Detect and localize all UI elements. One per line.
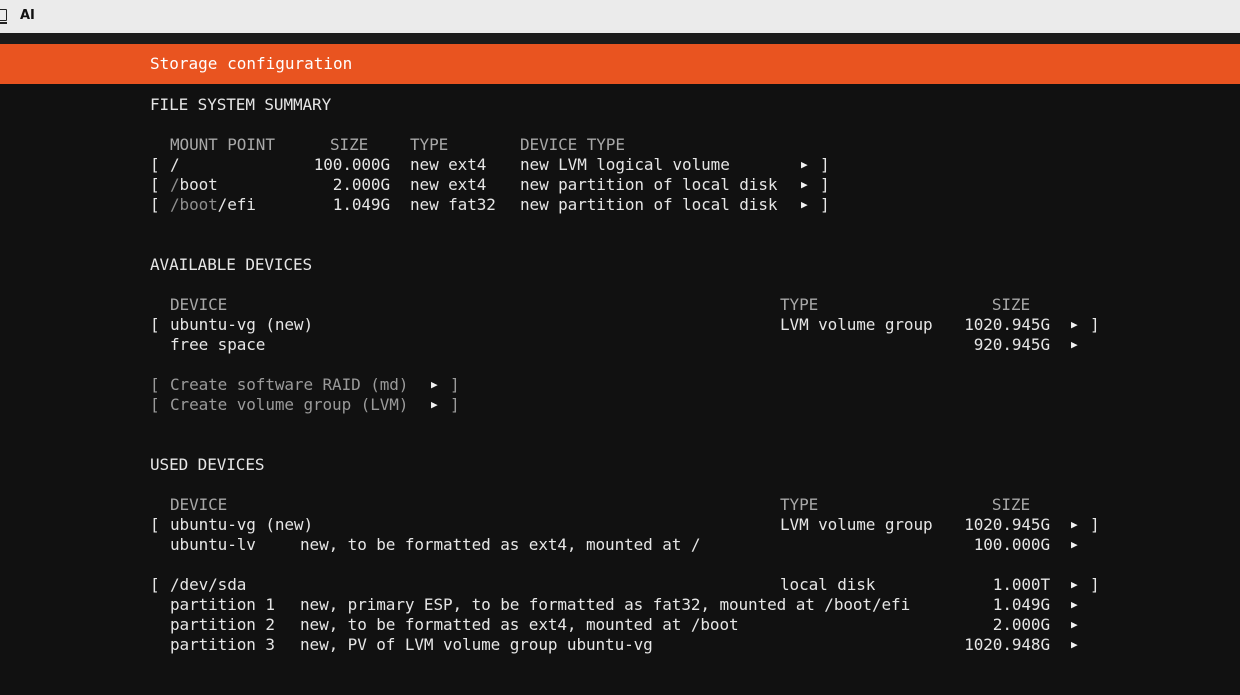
partition-name: partition 1 [170, 595, 275, 614]
expand-arrow-icon[interactable]: ▶ [1071, 335, 1078, 355]
arrow-icon: ▶ [431, 378, 438, 391]
expand-arrow-icon[interactable]: ▶ [801, 175, 808, 195]
device-type: LVM volume group [780, 315, 933, 334]
expand-arrow-icon[interactable]: ▶ [801, 155, 808, 175]
page-title: Storage configuration [150, 54, 353, 73]
device-size: 920.945G [973, 335, 1050, 354]
used-col-size: SIZE [991, 495, 1030, 514]
fs-device-type: new partition of local disk [520, 195, 778, 214]
section-heading-used-devices: USED DEVICES [150, 455, 265, 474]
fs-col-mount-point: MOUNT POINT [170, 135, 275, 154]
row-close-bracket: ] [450, 395, 460, 414]
partition-size: 1.049G [992, 595, 1050, 614]
row-close-bracket: ] [1090, 515, 1100, 534]
row-open-bracket: [ [150, 175, 160, 194]
fs-col-device-type: DEVICE TYPE [520, 135, 625, 154]
fs-size: 100.000G [313, 155, 390, 174]
device-name: ubuntu-vg (new) [170, 515, 313, 534]
fs-col-size: SIZE [330, 135, 369, 154]
partition-name: partition 2 [170, 615, 275, 634]
window-title: AI [20, 8, 35, 23]
section-heading-available-devices: AVAILABLE DEVICES [150, 255, 313, 274]
row-close-bracket: ] [820, 195, 830, 214]
expand-arrow-icon[interactable]: ▶ [1071, 575, 1078, 595]
section-heading-file-system-summary: FILE SYSTEM SUMMARY [150, 95, 332, 114]
expand-arrow-icon[interactable]: ▶ [1071, 635, 1078, 655]
row-close-bracket: ] [820, 175, 830, 194]
row-close-bracket: ] [1090, 575, 1100, 594]
row-open-bracket: [ [150, 515, 160, 534]
expand-arrow-icon[interactable]: ▶ [1071, 595, 1078, 615]
device-type: LVM volume group [780, 515, 933, 534]
device-size: 1020.945G [964, 515, 1050, 534]
row-open-bracket: [ [150, 315, 160, 334]
available-col-type: TYPE [780, 295, 819, 314]
arrow-icon: ▶ [431, 398, 438, 411]
device-name: /dev/sda [170, 575, 247, 594]
fs-type: new fat32 [410, 195, 496, 214]
device-size: 100.000G [973, 535, 1050, 554]
available-col-size: SIZE [991, 295, 1030, 314]
installer-header: Storage configuration [0, 44, 1240, 84]
expand-arrow-icon[interactable]: ▶ [1071, 515, 1078, 535]
device-size: 1.000T [992, 575, 1050, 594]
used-col-type: TYPE [780, 495, 819, 514]
fs-device-type: new LVM logical volume [520, 155, 730, 174]
fs-col-type: TYPE [410, 135, 449, 154]
available-col-device: DEVICE [170, 295, 228, 314]
fs-device-type: new partition of local disk [520, 175, 778, 194]
partition-description: new, to be formatted as ext4, mounted at… [300, 615, 739, 634]
partition-name: partition 3 [170, 635, 275, 654]
device-size: 1020.945G [964, 315, 1050, 334]
terminal-top-band [0, 33, 1240, 44]
window-title-bar: AI [0, 0, 1240, 33]
fs-type: new ext4 [410, 155, 487, 174]
row-open-bracket: [ [150, 575, 160, 594]
fs-mount-point: /boot/efi [170, 195, 256, 214]
expand-arrow-icon[interactable]: ▶ [801, 195, 808, 215]
fs-type: new ext4 [410, 175, 487, 194]
fs-mount-point: / [170, 155, 180, 174]
device-name: ubuntu-vg (new) [170, 315, 313, 334]
expand-arrow-icon[interactable]: ▶ [1071, 615, 1078, 635]
row-open-bracket: [ [150, 395, 160, 414]
row-open-bracket: [ [150, 155, 160, 174]
row-open-bracket: [ [150, 195, 160, 214]
row-close-bracket: ] [1090, 315, 1100, 334]
partition-size: 2.000G [992, 615, 1050, 634]
partition-description: new, primary ESP, to be formatted as fat… [300, 595, 911, 614]
row-close-bracket: ] [820, 155, 830, 174]
device-name: free space [170, 335, 266, 354]
row-close-bracket: ] [450, 375, 460, 394]
device-description: new, to be formatted as ext4, mounted at… [300, 535, 701, 554]
expand-arrow-icon[interactable]: ▶ [1071, 535, 1078, 555]
expand-arrow-icon[interactable]: ▶ [1071, 315, 1078, 335]
fs-size: 1.049G [332, 195, 390, 214]
fs-size: 2.000G [332, 175, 390, 194]
partition-description: new, PV of LVM volume group ubuntu-vg [300, 635, 653, 654]
device-name: ubuntu-lv [170, 535, 256, 554]
terminal-window-icon [0, 9, 7, 24]
used-col-device: DEVICE [170, 495, 228, 514]
fs-mount-point: /boot [170, 175, 218, 194]
row-open-bracket: [ [150, 375, 160, 394]
partition-size: 1020.948G [964, 635, 1050, 654]
device-type: local disk [780, 575, 876, 594]
create-lvm-label: Create volume group (LVM) [170, 395, 409, 414]
create-raid-label: Create software RAID (md) [170, 375, 409, 394]
